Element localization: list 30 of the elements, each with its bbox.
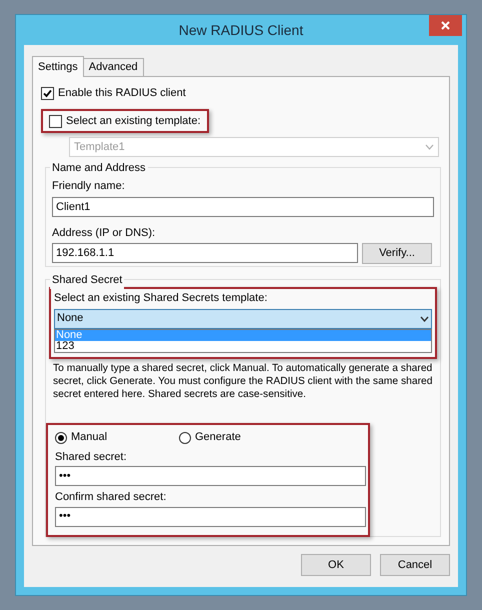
verify-button[interactable]: Verify...	[362, 243, 432, 264]
radio-label: Manual	[71, 430, 108, 446]
dialog-button[interactable]: OK	[301, 554, 371, 576]
field-label: Address (IP or DNS):	[52, 226, 156, 240]
checkbox[interactable]	[49, 114, 62, 128]
dialog-button[interactable]: Cancel	[380, 554, 450, 576]
radio-button[interactable]	[55, 432, 67, 444]
shared-secret-field[interactable]: •••	[55, 466, 366, 486]
close-button[interactable]	[429, 15, 462, 36]
tab[interactable]: Settings	[32, 56, 84, 77]
description-text: To manually type a shared secret, click Manual. To automatically generate a shared secret, click Generate. You must configure the RADIUS client with the same shared secret entered here. Shared secrets are case-sensitive.	[53, 362, 434, 400]
shared-secret-template-dropdown[interactable]: None	[54, 308, 432, 328]
confirm-secret-field[interactable]: •••	[55, 506, 366, 526]
tab[interactable]: Advanced	[84, 58, 144, 76]
checkbox-label: Enable this RADIUS client	[58, 86, 186, 101]
address-field[interactable]: 192.168.1.1	[52, 243, 358, 263]
window-title: New RADIUS Client	[178, 20, 304, 40]
chevron-icon	[425, 144, 434, 150]
close-icon	[441, 21, 450, 30]
field-label: Select an existing Shared Secrets template:	[54, 291, 268, 306]
chevron-icon	[420, 316, 429, 322]
friendly-name-field[interactable]: Client1	[52, 196, 434, 216]
field-label: Shared secret:	[55, 450, 127, 464]
radio-button[interactable]	[179, 432, 191, 444]
group-title: Shared Secret	[50, 272, 124, 288]
radio-label: Generate	[195, 430, 241, 446]
field-label: Confirm shared secret:	[55, 490, 166, 505]
field-label: Friendly name:	[52, 179, 125, 194]
checkbox-label: Select an existing template:	[66, 114, 201, 129]
checkbox[interactable]	[41, 86, 54, 100]
